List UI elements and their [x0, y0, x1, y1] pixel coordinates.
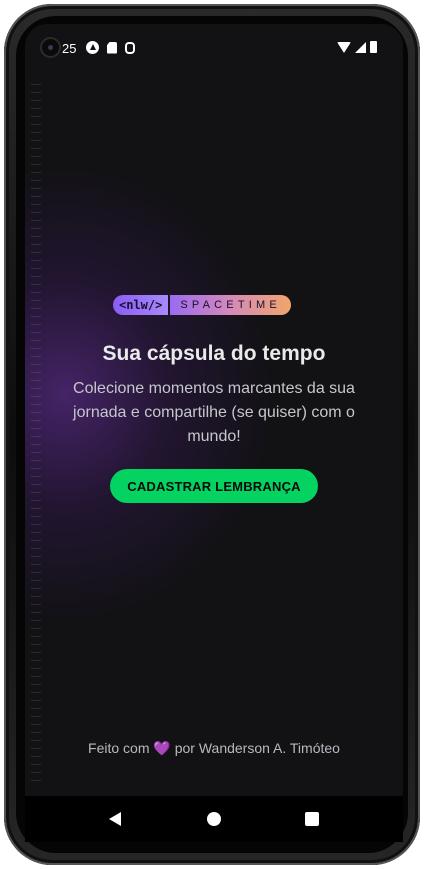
wifi-icon	[337, 41, 351, 53]
app-screen: 25 <nlw/> SPACETIME Sua cápsula do tempo…	[25, 24, 403, 796]
recent-apps-icon[interactable]	[305, 812, 319, 826]
front-camera	[40, 37, 61, 58]
back-icon[interactable]	[109, 812, 121, 826]
status-icons-left	[86, 41, 135, 54]
footer-credit: Feito com 💜 por Wanderson A. Timóteo	[25, 740, 403, 757]
nlw-spacetime-logo: <nlw/> SPACETIME	[113, 295, 291, 315]
status-time: 25	[62, 41, 77, 56]
sim-card-icon	[107, 41, 117, 54]
system-nav-bar	[25, 796, 403, 842]
logo-spacetime-text: SPACETIME	[170, 295, 291, 315]
page-description: Colecione momentos marcantes da sua jorn…	[73, 380, 355, 445]
status-bar: 25	[25, 37, 403, 59]
signal-icon	[355, 41, 366, 53]
debug-icon	[125, 41, 135, 54]
register-memory-button[interactable]: CADASTRAR LEMBRANÇA	[110, 469, 318, 503]
footer-suffix: por Wanderson A. Timóteo	[170, 740, 340, 756]
home-icon[interactable]	[207, 812, 221, 826]
battery-icon	[370, 41, 377, 53]
background-stripes	[31, 84, 41, 784]
expo-icon	[86, 41, 99, 54]
logo-nlw-badge: <nlw/>	[113, 295, 169, 315]
heart-icon: 💜	[153, 740, 171, 756]
status-icons-right	[337, 41, 377, 53]
footer-prefix: Feito com	[88, 740, 154, 756]
page-title: Sua cápsula do tempo	[102, 342, 326, 365]
